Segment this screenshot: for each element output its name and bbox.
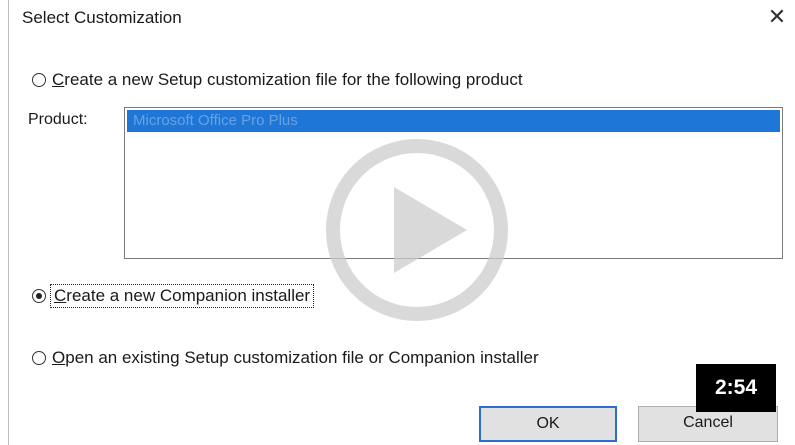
option-open-existing-file-label: Open an existing Setup customization fil… — [52, 348, 539, 368]
play-icon[interactable] — [322, 135, 512, 325]
option-text: pen an existing Setup customization file… — [65, 348, 539, 367]
accelerator-key: C — [52, 70, 65, 89]
ok-button[interactable]: OK — [479, 406, 617, 442]
accelerator-key: C — [54, 286, 67, 305]
option-text: reate a new Setup customization file for… — [64, 70, 523, 89]
accelerator-key: O — [52, 348, 66, 367]
option-create-companion-installer[interactable]: Create a new Companion installer — [32, 284, 315, 308]
dialog-title: Select Customization — [22, 8, 182, 27]
radio-create-setup-file[interactable] — [32, 73, 46, 87]
option-create-setup-file-label: Create a new Setup customization file fo… — [52, 70, 523, 90]
option-text: reate a new Companion installer — [66, 286, 311, 305]
option-create-setup-file[interactable]: Create a new Setup customization file fo… — [32, 70, 523, 90]
window-border — [8, 0, 9, 445]
radio-create-companion-installer[interactable] — [32, 289, 46, 303]
select-customization-dialog: Select Customization ✕ Create a new Setu… — [0, 0, 795, 445]
option-create-companion-installer-label: Create a new Companion installer — [49, 284, 315, 308]
product-list-item[interactable]: Microsoft Office Pro Plus — [127, 110, 780, 132]
product-label: Product: — [28, 111, 88, 128]
close-icon[interactable]: ✕ — [766, 6, 788, 28]
video-duration-badge: 2:54 — [696, 364, 776, 412]
radio-open-existing-file[interactable] — [32, 351, 46, 365]
option-open-existing-file[interactable]: Open an existing Setup customization fil… — [32, 348, 539, 368]
